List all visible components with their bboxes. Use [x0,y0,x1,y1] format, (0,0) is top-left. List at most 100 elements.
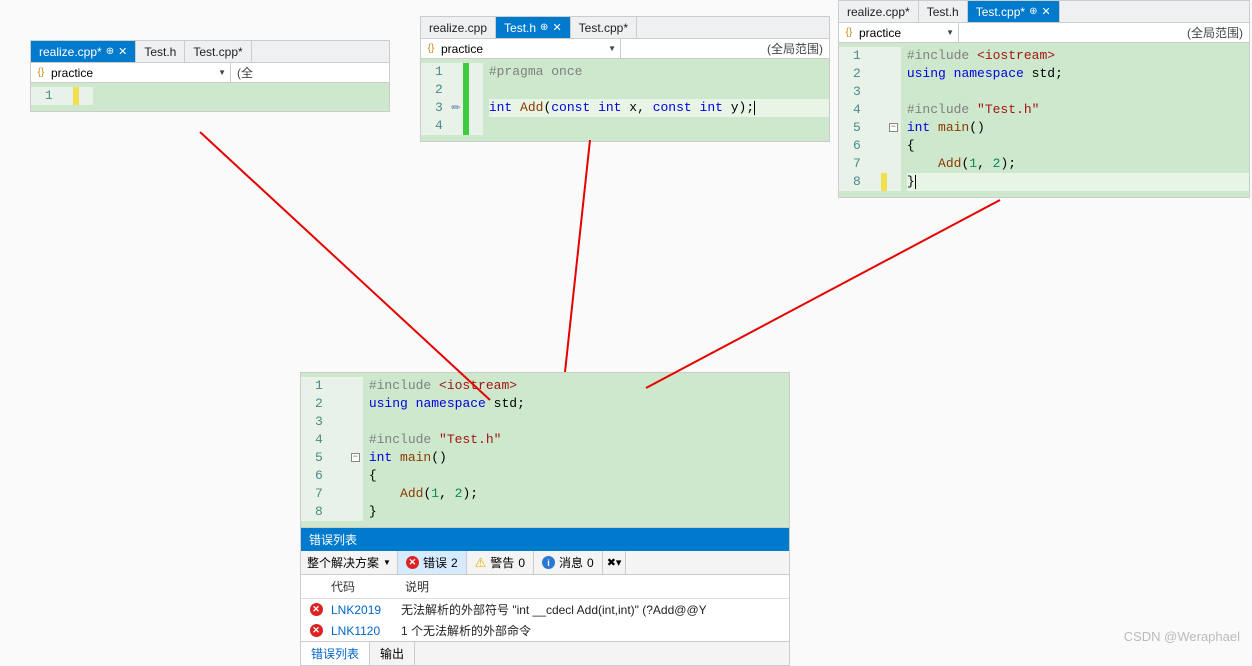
scope-bar: {} practice ▼ (全局范围) [839,23,1249,43]
tab-strip: realize.cpp Test.h ⊕ ✕ Test.cpp* [421,17,829,39]
pin-icon[interactable]: ⊕ [106,46,114,57]
file-tab[interactable]: Test.cpp*⊕✕ [968,1,1060,22]
output-tab[interactable]: 错误列表 [301,642,370,665]
code-line[interactable]: #pragma once [489,63,829,81]
warnings-filter-button[interactable]: ⚠ 警告 0 [467,551,534,574]
error-row[interactable]: ✕ LNK11201 个无法解析的外部命令 [301,620,789,641]
namespace-text: practice [51,66,93,80]
tab-label: realize.cpp [429,21,487,35]
code-editor[interactable]: 12345678−#include <iostream>using namesp… [839,43,1249,197]
output-tab[interactable]: 输出 [370,642,415,665]
watermark: CSDN @Weraphael [1124,629,1240,644]
namespace-dropdown[interactable]: {} practice ▼ [421,39,621,58]
code-line[interactable]: #include "Test.h" [907,101,1249,119]
error-list-title-bar: 错误列表 [301,528,789,551]
file-tab[interactable]: Test.h [136,41,185,62]
tab-strip: realize.cpp*Test.hTest.cpp*⊕✕ [839,1,1249,23]
col-desc[interactable]: 说明 [401,578,789,595]
namespace-dropdown[interactable]: {} practice ▼ [839,23,959,42]
tab-label: Test.h [504,21,536,35]
code-line[interactable] [907,83,1249,101]
outline-toggle[interactable]: − [889,123,898,132]
pin-icon[interactable]: ⊕ [540,22,548,33]
code-line[interactable]: int main() [907,119,1249,137]
tab-label: realize.cpp* [847,5,910,19]
solution-scope-dropdown[interactable]: 整个解决方案 ▼ [301,551,398,574]
messages-filter-button[interactable]: i 消息 0 [534,551,603,574]
error-icon: ✕ [310,603,323,616]
scope-right-label: (全 [231,64,259,81]
errors-filter-button[interactable]: ✕ 错误 2 [398,551,467,574]
code-line[interactable] [369,413,789,431]
code-line[interactable]: int main() [369,449,789,467]
namespace-text: practice [859,26,901,40]
close-icon[interactable]: ✕ [552,21,561,34]
close-icon[interactable]: ✕ [1041,5,1050,18]
code-editor[interactable]: 1 [31,83,389,111]
tab-label: Test.h [927,5,959,19]
tab-strip: realize.cpp* ⊕ ✕ Test.h Test.cpp* [31,41,389,63]
error-code[interactable]: LNK2019 [331,603,401,617]
file-tab[interactable]: realize.cpp [421,17,496,38]
error-row[interactable]: ✕ LNK2019无法解析的外部符号 "int __cdecl Add(int,i… [301,599,789,620]
file-tab[interactable]: Test.cpp* [571,17,637,38]
code-line[interactable] [489,81,829,99]
error-description: 1 个无法解析的外部命令 [401,622,789,639]
close-icon[interactable]: ✕ [118,45,127,58]
errors-label: 错误 [423,554,447,571]
tab-label: realize.cpp* [39,45,102,59]
code-line[interactable]: } [907,173,1249,191]
scope-right-label: (全局范围) [761,40,829,57]
outline-toggle[interactable]: − [351,453,360,462]
tab-label: Test.cpp* [193,45,242,59]
code-line[interactable]: int Add(const int x, const int y); [489,99,829,117]
code-editor[interactable]: 12345678−#include <iostream>using namesp… [301,373,789,527]
error-icon: ✕ [406,556,419,569]
code-line[interactable]: } [369,503,789,521]
scope-bar: {} practice ▼ (全 [31,63,389,83]
code-line[interactable]: Add(1, 2); [907,155,1249,173]
editor-pane-testcpp: realize.cpp*Test.hTest.cpp*⊕✕ {} practic… [838,0,1250,198]
code-editor[interactable]: 1234✎#pragma onceint Add(const int x, co… [421,59,829,141]
tab-label: Test.h [144,45,176,59]
warnings-label: 警告 [490,554,514,571]
scope-bar: {} practice ▼ (全局范围) [421,39,829,59]
scope-right-label: (全局范围) [1181,24,1249,41]
info-icon: i [542,556,555,569]
editor-pane-testh: realize.cpp Test.h ⊕ ✕ Test.cpp* {} practice… [420,16,830,142]
code-line[interactable]: #include <iostream> [369,377,789,395]
tab-label: Test.cpp* [579,21,628,35]
error-list-toolbar: 整个解决方案 ▼ ✕ 错误 2 ⚠ 警告 0 i 消息 0 ✖▾ [301,551,789,575]
code-line[interactable]: #include <iostream> [907,47,1249,65]
code-line[interactable]: #include "Test.h" [369,431,789,449]
namespace-dropdown[interactable]: {} practice ▼ [31,63,231,82]
code-line[interactable]: using namespace std; [369,395,789,413]
code-line[interactable] [489,117,829,135]
error-description: 无法解析的外部符号 "int __cdecl Add(int,int)" (?A… [401,601,789,618]
error-code[interactable]: LNK1120 [331,624,401,638]
filter-dropdown-button[interactable]: ✖▾ [603,551,627,574]
namespace-icon: {} [425,43,437,55]
editor-pane-realize: realize.cpp* ⊕ ✕ Test.h Test.cpp* {} practic… [30,40,390,112]
chevron-down-icon: ▼ [383,558,391,567]
code-line[interactable]: using namespace std; [907,65,1249,83]
code-line[interactable]: { [369,467,789,485]
pin-icon[interactable]: ⊕ [1029,6,1037,17]
file-tab[interactable]: realize.cpp* ⊕ ✕ [31,41,136,62]
error-icon: ✕ [310,624,323,637]
code-line[interactable]: { [907,137,1249,155]
code-line[interactable]: Add(1, 2); [369,485,789,503]
code-line[interactable] [99,87,389,105]
col-code[interactable]: 代码 [331,578,401,595]
file-tab[interactable]: realize.cpp* [839,1,919,22]
error-list-panel: 错误列表 整个解决方案 ▼ ✕ 错误 2 ⚠ 警告 0 i 消息 0 [301,527,789,665]
chevron-down-icon: ▼ [946,28,954,37]
messages-label: 消息 [559,554,583,571]
namespace-icon: {} [843,27,855,39]
error-list-header: 代码 说明 [301,575,789,599]
editor-pane-bottom: 12345678−#include <iostream>using namesp… [300,372,790,666]
file-tab[interactable]: Test.cpp* [185,41,251,62]
errors-count: 2 [451,556,458,570]
file-tab[interactable]: Test.h [919,1,968,22]
file-tab[interactable]: Test.h ⊕ ✕ [496,17,571,38]
